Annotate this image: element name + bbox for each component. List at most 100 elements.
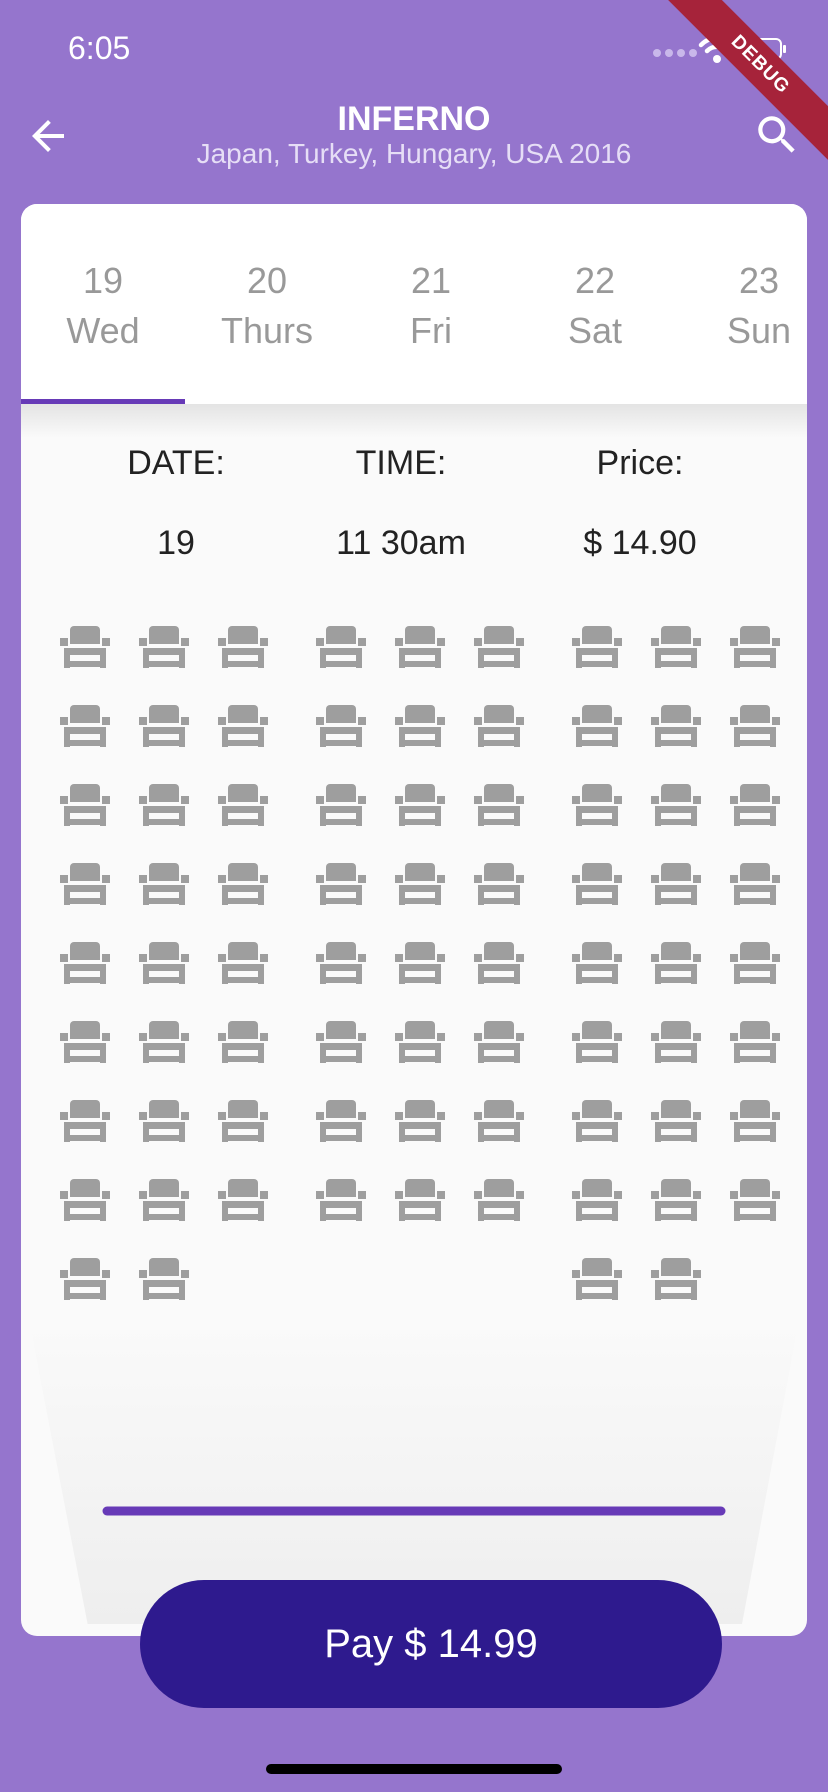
seat-icon[interactable] bbox=[572, 1098, 622, 1144]
seat-icon[interactable] bbox=[730, 940, 780, 986]
tab-weekday: Fri bbox=[410, 310, 452, 351]
seat-icon[interactable] bbox=[395, 703, 445, 749]
tab-weekday: Sat bbox=[567, 310, 623, 351]
seat-icon[interactable] bbox=[651, 1019, 701, 1065]
seat-icon[interactable] bbox=[474, 703, 524, 749]
seat-icon[interactable] bbox=[730, 624, 780, 670]
tab-date-21[interactable]: 21 Fri bbox=[349, 256, 513, 356]
seat-icon[interactable] bbox=[572, 1256, 622, 1302]
seat-icon[interactable] bbox=[572, 624, 622, 670]
tab-date-19[interactable]: 19 Wed bbox=[21, 256, 185, 356]
search-icon bbox=[758, 116, 795, 153]
tab-weekday: Sun bbox=[726, 310, 792, 351]
seat-icon[interactable] bbox=[730, 782, 780, 828]
seat-icon[interactable] bbox=[316, 1019, 366, 1065]
seat-icon[interactable] bbox=[218, 782, 268, 828]
seat-icon[interactable] bbox=[60, 1019, 110, 1065]
seat-icon[interactable] bbox=[60, 782, 110, 828]
tab-date-20[interactable]: 20 Thurs bbox=[185, 256, 349, 356]
seat-icon[interactable] bbox=[474, 1177, 524, 1223]
seat-icon[interactable] bbox=[139, 782, 189, 828]
seat-icon[interactable] bbox=[730, 1177, 780, 1223]
seat-icon[interactable] bbox=[139, 1256, 189, 1302]
seat-icon[interactable] bbox=[474, 861, 524, 907]
seat-icon[interactable] bbox=[651, 861, 701, 907]
seat-icon[interactable] bbox=[139, 624, 189, 670]
price-value: $ 14.90 bbox=[583, 524, 697, 562]
seat-icon[interactable] bbox=[395, 940, 445, 986]
seat-icon[interactable] bbox=[651, 703, 701, 749]
seat-icon[interactable] bbox=[60, 940, 110, 986]
seat-icon[interactable] bbox=[395, 861, 445, 907]
seat-icon[interactable] bbox=[60, 1098, 110, 1144]
seat-icon[interactable] bbox=[651, 1098, 701, 1144]
tab-date-23[interactable]: 23 Sun bbox=[677, 256, 807, 356]
seat-icon[interactable] bbox=[218, 624, 268, 670]
seat-icon[interactable] bbox=[218, 940, 268, 986]
seat-icon[interactable] bbox=[572, 703, 622, 749]
seat-icon[interactable] bbox=[572, 861, 622, 907]
tab-date-22[interactable]: 22 Sat bbox=[513, 256, 677, 356]
seat-icon[interactable] bbox=[60, 624, 110, 670]
seat-icon[interactable] bbox=[316, 861, 366, 907]
seat-icon[interactable] bbox=[572, 1019, 622, 1065]
seat-icon[interactable] bbox=[730, 1019, 780, 1065]
seat-icon[interactable] bbox=[60, 861, 110, 907]
tab-weekday: Thurs bbox=[220, 310, 314, 351]
seat-icon[interactable] bbox=[730, 1098, 780, 1144]
seat-icon[interactable] bbox=[316, 624, 366, 670]
seat-icon[interactable] bbox=[395, 1098, 445, 1144]
seat-icon[interactable] bbox=[730, 861, 780, 907]
seat-icon[interactable] bbox=[316, 1098, 366, 1144]
movie-title: INFERNO bbox=[337, 100, 491, 138]
seat-icon[interactable] bbox=[60, 703, 110, 749]
seat-icon[interactable] bbox=[139, 1177, 189, 1223]
seat-icon[interactable] bbox=[572, 782, 622, 828]
seat-icon[interactable] bbox=[651, 624, 701, 670]
app-bar: INFERNO Japan, Turkey, Hungary, USA 2016 bbox=[0, 100, 828, 200]
tab-day: 20 bbox=[246, 260, 288, 301]
search-button[interactable] bbox=[752, 110, 802, 160]
seat-icon[interactable] bbox=[395, 782, 445, 828]
seat-icon[interactable] bbox=[218, 1019, 268, 1065]
pay-button[interactable]: Pay $ 14.99 bbox=[140, 1580, 722, 1708]
seat-icon[interactable] bbox=[316, 782, 366, 828]
seat-icon[interactable] bbox=[474, 1019, 524, 1065]
seat-icon[interactable] bbox=[474, 1098, 524, 1144]
seat-icon[interactable] bbox=[139, 703, 189, 749]
seat-icon[interactable] bbox=[651, 940, 701, 986]
seat-icon[interactable] bbox=[316, 1177, 366, 1223]
date-label: DATE: bbox=[127, 444, 225, 482]
seat-icon[interactable] bbox=[651, 1256, 701, 1302]
seat-icon[interactable] bbox=[139, 1019, 189, 1065]
seat-icon[interactable] bbox=[395, 1177, 445, 1223]
seat-icon[interactable] bbox=[651, 782, 701, 828]
seat-icon[interactable] bbox=[60, 1256, 110, 1302]
date-value: 19 bbox=[157, 524, 195, 562]
tab-weekday: Wed bbox=[66, 310, 140, 351]
tab-day: 21 bbox=[410, 260, 452, 301]
seat-icon[interactable] bbox=[60, 1177, 110, 1223]
date-tab-bar: 19 Wed 20 Thurs 21 Fri 22 Sat 23 Sun bbox=[21, 204, 807, 404]
seat-icon[interactable] bbox=[651, 1177, 701, 1223]
seat-icon[interactable] bbox=[474, 940, 524, 986]
seat-icon[interactable] bbox=[139, 940, 189, 986]
tab-bar-shadow bbox=[21, 404, 807, 438]
seat-icon[interactable] bbox=[218, 1098, 268, 1144]
seat-icon[interactable] bbox=[218, 703, 268, 749]
seat-icon[interactable] bbox=[316, 703, 366, 749]
seat-icon[interactable] bbox=[572, 940, 622, 986]
seat-icon[interactable] bbox=[730, 703, 780, 749]
seat-icon[interactable] bbox=[316, 940, 366, 986]
seat-icon[interactable] bbox=[218, 861, 268, 907]
seat-icon[interactable] bbox=[139, 1098, 189, 1144]
seat-icon[interactable] bbox=[572, 1177, 622, 1223]
booking-card: 19 Wed 20 Thurs 21 Fri 22 Sat 23 Sun DAT… bbox=[21, 204, 807, 1636]
seat-icon[interactable] bbox=[139, 861, 189, 907]
home-indicator bbox=[266, 1764, 562, 1774]
seat-icon[interactable] bbox=[474, 624, 524, 670]
seat-icon[interactable] bbox=[395, 624, 445, 670]
seat-icon[interactable] bbox=[474, 782, 524, 828]
seat-icon[interactable] bbox=[218, 1177, 268, 1223]
seat-icon[interactable] bbox=[395, 1019, 445, 1065]
